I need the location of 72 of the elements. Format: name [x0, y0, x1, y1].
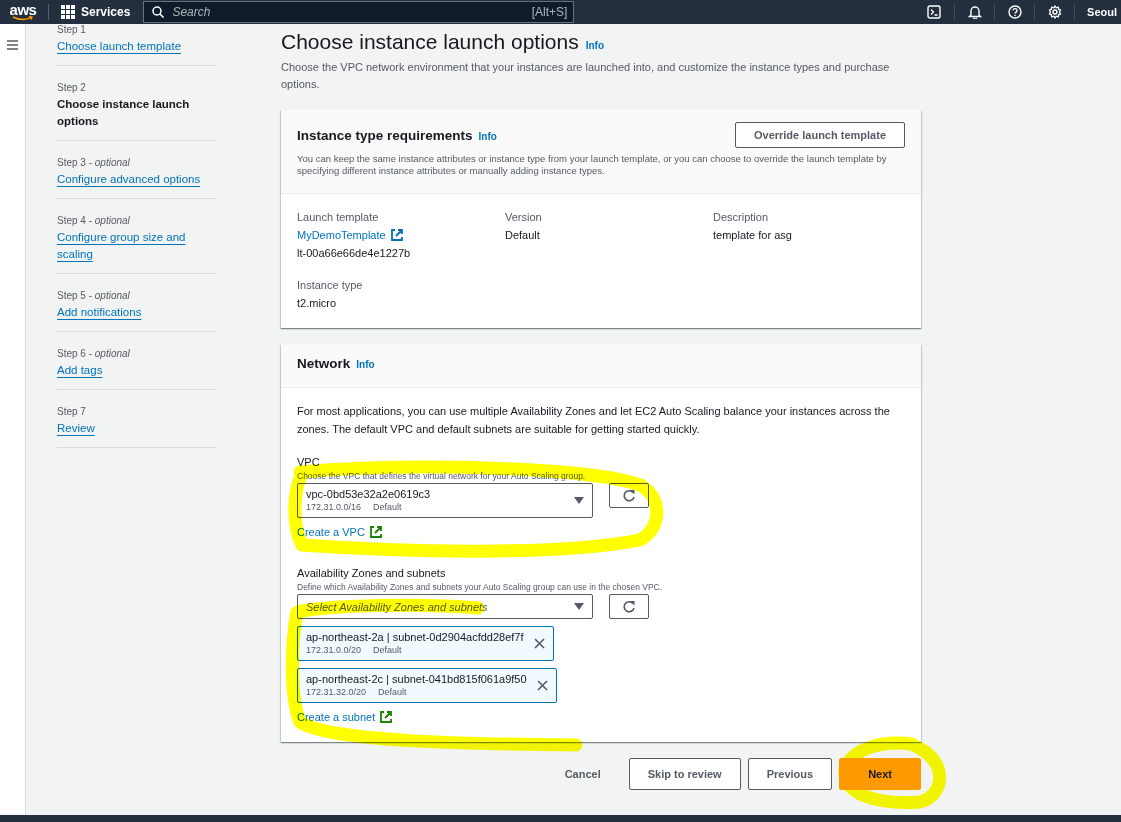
step-label: Step 4 - optional: [57, 214, 131, 228]
step-link[interactable]: Choose launch template: [57, 38, 217, 55]
refresh-icon: [622, 599, 636, 614]
field-hint: Define which Availability Zones and subnets your Auto Scaling group can use in the chosen VPC.: [297, 581, 664, 593]
field-value: t2.micro: [297, 296, 338, 311]
terminal-icon[interactable]: [927, 5, 942, 19]
field-label: VPC: [297, 455, 321, 470]
page-description: Choose the VPC network environment that your instances are launched into, and customize the instance types and purchase options.: [281, 60, 891, 92]
subnet-name: ap-northeast-2c | subnet-041bd815f061a9f50: [306, 672, 527, 686]
external-link-icon: [379, 710, 394, 724]
step-label: Step 2: [57, 81, 87, 95]
aws-logo-text[interactable]: aws: [9, 3, 37, 16]
skip-button[interactable]: Skip to review: [628, 758, 741, 790]
close-icon[interactable]: [533, 638, 545, 649]
select-value: vpc-0bd53e32a2e0619c3: [306, 487, 432, 501]
settings-icon[interactable]: [1047, 5, 1062, 19]
field-value: lt-00a66e66de4e1227b: [297, 246, 412, 261]
notifications-icon[interactable]: [967, 5, 982, 19]
info-link[interactable]: Info: [356, 359, 375, 370]
cidr-text: 172.31.0.0/16: [306, 501, 362, 514]
previous-button[interactable]: Previous: [747, 758, 833, 790]
field-label: Launch template: [297, 210, 380, 225]
cidr-text: 172.31.0.0/20: [306, 644, 362, 657]
info-link[interactable]: Info: [478, 130, 497, 142]
panel-description: You can keep the same instance attributes or instance type from your launch template, or you can choose to override the launch template by specifying different instance attributes or manually adding instance types.: [297, 153, 888, 177]
panel-title: Instance type requirements: [297, 127, 473, 143]
caret-icon: [574, 497, 584, 504]
field-label: Availability Zones and subnets: [297, 566, 447, 581]
search-field[interactable]: Search [Alt+S]: [143, 1, 575, 23]
page-title: Choose instance launch options: [281, 29, 579, 55]
services-button[interactable]: Services: [49, 0, 143, 24]
cidr-text: 172.31.32.0/20: [306, 686, 367, 699]
grid-icon: [61, 5, 75, 19]
field-value: template for asg: [713, 228, 793, 243]
keyboard-shortcut: [Alt+S]: [531, 5, 568, 19]
default-tag: Default: [378, 686, 407, 699]
search-input[interactable]: Search: [172, 5, 524, 19]
search-icon: [152, 6, 165, 18]
step-link[interactable]: Add notifications: [57, 304, 217, 321]
panel-title: Network: [297, 356, 351, 371]
step-link[interactable]: Configure advanced options: [57, 171, 217, 188]
region-selector[interactable]: Seoul: [1074, 4, 1121, 20]
step-link[interactable]: Review: [57, 420, 217, 437]
default-tag: Default: [373, 501, 402, 514]
external-link-icon: [368, 525, 383, 539]
refresh-icon: [622, 488, 636, 503]
external-link-icon: [389, 228, 404, 242]
override-button[interactable]: Override launch template: [734, 122, 905, 148]
step-label: Step 5 - optional: [57, 289, 131, 303]
field-value: Default: [505, 228, 541, 243]
menu-icon[interactable]: [7, 40, 18, 50]
step-link[interactable]: Add tags: [57, 362, 217, 379]
step-label: Step 7: [57, 405, 87, 419]
close-icon[interactable]: [536, 680, 548, 691]
template-link[interactable]: MyDemoTemplate: [297, 226, 404, 244]
subnet-name: ap-northeast-2a | subnet-0d2904acfdd28ef7f: [306, 630, 524, 644]
help-icon[interactable]: [1007, 5, 1022, 19]
current-step-title: Choose instance launch options: [57, 97, 191, 129]
caret-icon: [574, 603, 584, 610]
step-label: Step 1: [57, 23, 87, 37]
default-tag: Default: [373, 644, 402, 657]
refresh-button[interactable]: [609, 594, 649, 619]
network-description: For most applications, you can use multiple Availability Zones and let EC2 Auto Scaling balance your instances across the zones. The default VPC and default subnets are suitable for getting started quickly.: [297, 404, 891, 437]
field-label: Instance type: [297, 278, 364, 293]
step-link[interactable]: Configure group size and scaling: [57, 229, 217, 263]
field-label: Description: [713, 210, 770, 225]
step-label: Step 3 - optional: [57, 156, 131, 170]
info-link[interactable]: Info: [585, 40, 605, 51]
smile-arrow-icon: [12, 15, 34, 21]
cancel-button[interactable]: Cancel: [543, 758, 622, 790]
step-label: Step 6 - optional: [57, 347, 131, 361]
field-label: Version: [505, 210, 543, 225]
